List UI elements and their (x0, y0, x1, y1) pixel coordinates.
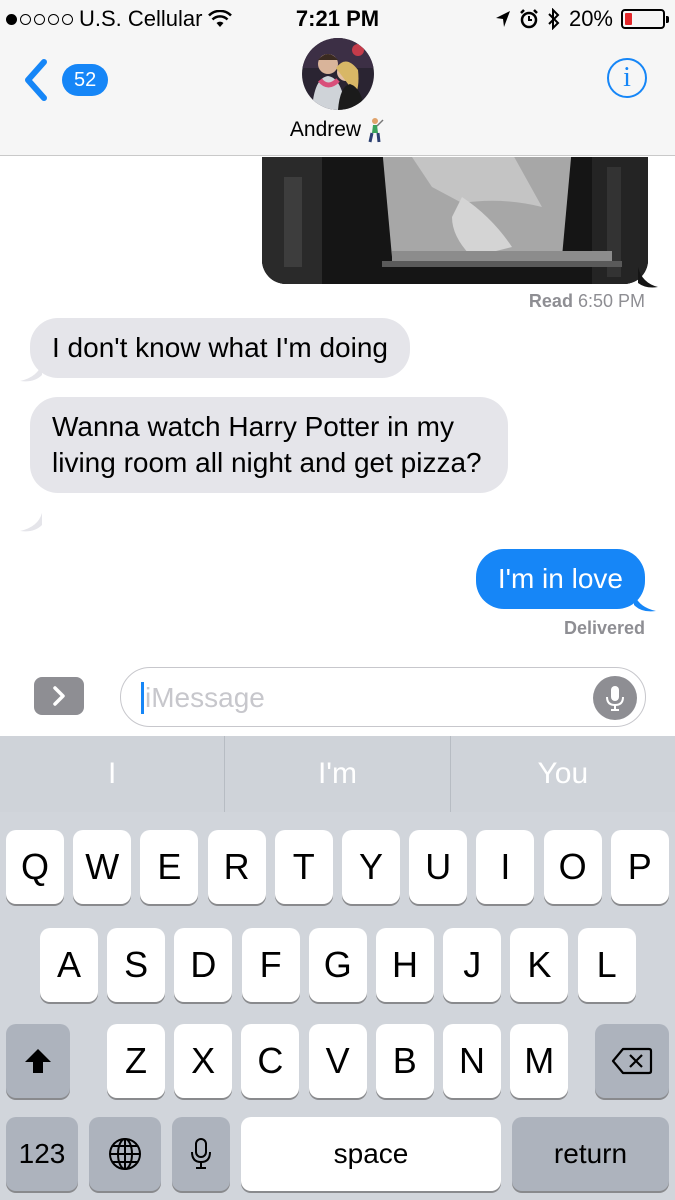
avatar[interactable] (301, 38, 374, 110)
incoming-bubble-tail (20, 363, 42, 382)
navigation-bar: 52 Andrew i (0, 38, 675, 156)
globe-key[interactable] (89, 1117, 161, 1191)
key-d[interactable]: D (174, 928, 233, 1002)
key-t[interactable]: T (274, 830, 333, 904)
key-p[interactable]: P (610, 830, 669, 904)
image-bubble-tail (638, 267, 658, 288)
key-v[interactable]: V (308, 1024, 367, 1098)
incoming-bubble-tail (20, 513, 42, 532)
key-i[interactable]: I (476, 830, 535, 904)
outgoing-message[interactable]: I'm in love (475, 549, 645, 609)
message-field[interactable]: iMessage (120, 667, 646, 727)
text-cursor (141, 682, 144, 714)
image-message[interactable] (262, 157, 648, 284)
read-time: 6:50 PM (577, 291, 645, 311)
battery-percent: 20% (568, 6, 613, 31)
prediction-suggestion[interactable]: You (449, 736, 675, 812)
key-x[interactable]: X (174, 1024, 233, 1098)
contact-header[interactable]: Andrew (0, 38, 675, 144)
alarm-clock-icon (520, 9, 538, 29)
backspace-icon (611, 1047, 653, 1075)
prediction-suggestion[interactable]: I (0, 736, 224, 812)
key-n[interactable]: N (443, 1024, 501, 1098)
info-icon: i (623, 62, 631, 93)
photo-thumbnail (262, 157, 648, 284)
shift-key[interactable] (6, 1024, 70, 1098)
key-o[interactable]: O (543, 830, 602, 904)
key-e[interactable]: E (140, 830, 199, 904)
message-placeholder: iMessage (145, 682, 265, 713)
return-key[interactable]: return (512, 1117, 669, 1191)
outgoing-bubble-tail (634, 593, 656, 612)
read-receipt: Read 6:50 PM (529, 291, 645, 312)
key-l[interactable]: L (577, 928, 636, 1002)
predictive-text-bar: I I'm You (0, 736, 675, 812)
key-m[interactable]: M (510, 1024, 569, 1098)
golfer-emoji-icon (368, 118, 384, 143)
shift-icon (25, 1049, 51, 1073)
key-a[interactable]: A (40, 928, 98, 1002)
key-g[interactable]: G (308, 928, 367, 1002)
globe-icon (109, 1138, 141, 1170)
key-j[interactable]: J (443, 928, 502, 1002)
key-y[interactable]: Y (342, 830, 400, 904)
contact-name: Andrew (290, 116, 385, 144)
prediction-suggestion[interactable]: I'm (224, 736, 449, 812)
key-f[interactable]: F (241, 928, 300, 1002)
delete-key[interactable] (595, 1024, 669, 1098)
key-z[interactable]: Z (107, 1024, 165, 1098)
status-bar: U.S. Cellular 7:21 PM 20% (0, 0, 675, 38)
read-label: Read (528, 291, 573, 311)
key-w[interactable]: W (73, 830, 132, 904)
key-c[interactable]: C (241, 1024, 300, 1098)
incoming-message[interactable]: I don't know what I'm doing (30, 318, 410, 378)
status-icons: 20% (495, 6, 669, 32)
microphone-icon (606, 686, 624, 711)
key-u[interactable]: U (409, 830, 468, 904)
message-input-bar: iMessage (0, 657, 675, 736)
microphone-icon (191, 1138, 211, 1169)
incoming-message[interactable]: Wanna watch Harry Potter in my living ro… (30, 397, 508, 493)
expand-apps-button[interactable] (34, 677, 84, 715)
location-arrow-icon (495, 11, 510, 27)
space-key[interactable]: space (241, 1117, 501, 1191)
keyboard: 123 space return QWERTYUIOP ASDFGHJKL ZXCV… (0, 812, 675, 1200)
key-b[interactable]: B (375, 1024, 434, 1098)
battery-icon (621, 9, 669, 29)
contact-name-text: Andrew (289, 118, 362, 141)
key-k[interactable]: K (510, 928, 569, 1002)
bluetooth-icon (548, 8, 560, 30)
conversation-thread[interactable]: Read 6:50 PM I don't know what I'm doing… (0, 157, 675, 657)
dictation-button[interactable] (593, 676, 637, 720)
numbers-key[interactable]: 123 (6, 1117, 78, 1191)
key-q[interactable]: Q (6, 830, 64, 904)
info-button[interactable]: i (607, 58, 647, 98)
key-h[interactable]: H (376, 928, 434, 1002)
battery-level (625, 13, 633, 25)
key-s[interactable]: S (107, 928, 166, 1002)
chevron-right-icon (53, 686, 65, 706)
key-r[interactable]: R (207, 830, 266, 904)
dictation-key[interactable] (172, 1117, 230, 1191)
delivery-status: Delivered (563, 618, 645, 638)
avatar-photo (301, 38, 374, 110)
